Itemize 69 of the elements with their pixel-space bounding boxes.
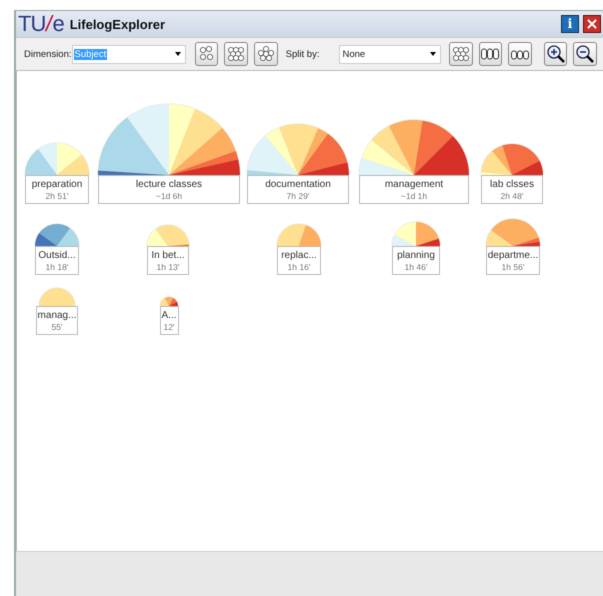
glyph-duration: 1h 18' xyxy=(46,262,68,272)
glyph-label-box[interactable]: lecture classes ~1d 6h xyxy=(98,175,240,204)
caret-icon xyxy=(430,52,436,56)
circles-icon xyxy=(198,45,216,63)
pie-glyph-drawing xyxy=(481,144,543,175)
glyph-label-box[interactable]: replac... 1h 16' xyxy=(277,246,321,275)
glyph-duration: 1h 16' xyxy=(288,262,310,272)
zoom-out-icon xyxy=(575,44,596,64)
pie-glyph-drawing xyxy=(147,225,189,246)
dimension-label: Dimension: xyxy=(24,48,72,60)
glyph-label: documentation xyxy=(265,178,331,190)
glyph-duration: 1h 56' xyxy=(502,262,524,272)
grid-view-button[interactable] xyxy=(448,42,473,66)
split-dropdown[interactable]: None xyxy=(339,44,441,64)
arch-view-button[interactable] xyxy=(508,42,532,66)
glyph-duration: 55' xyxy=(51,322,63,332)
scatter-layout-button[interactable] xyxy=(194,42,218,66)
glyph-label-box[interactable]: Outsid... 1h 18' xyxy=(35,246,79,275)
glyph-label-box[interactable]: A... 12' xyxy=(160,306,179,335)
pie-glyph-drawing xyxy=(392,222,440,246)
close-icon xyxy=(587,19,597,29)
glyph-label-box[interactable]: preparation 2h 51' xyxy=(25,175,89,204)
pie-glyph-drawing xyxy=(25,143,89,175)
glyph-duration: ~1d 1h xyxy=(400,190,428,202)
glyph-label: preparation xyxy=(32,178,82,190)
glyph-duration: 1h 46' xyxy=(404,262,428,272)
glyph-duration: 7h 29' xyxy=(286,190,310,202)
glyph-label-box[interactable]: documentation 7h 29' xyxy=(247,175,349,204)
glyph-label: planning xyxy=(397,248,435,262)
caret-icon xyxy=(174,52,181,56)
university-logo: TU/e xyxy=(18,11,64,37)
glyph-duration: 2h 48' xyxy=(500,190,524,202)
pie-glyph-drawing xyxy=(277,224,321,246)
glyph-duration: 2h 51' xyxy=(46,190,68,202)
glyph-label: In bet... xyxy=(151,248,185,262)
pie-glyph-drawing xyxy=(160,297,178,306)
glyph-label-box[interactable]: departme... 1h 56' xyxy=(486,246,540,275)
zoom-in-icon xyxy=(546,44,566,64)
circles-icon xyxy=(452,45,470,63)
glyph-duration: 12' xyxy=(163,322,175,332)
glyph-label: Outsid... xyxy=(38,248,76,262)
glyph-label: A... xyxy=(162,308,177,322)
glyph-duration: 1h 13' xyxy=(156,262,180,272)
close-button[interactable] xyxy=(583,15,601,33)
circles-icon xyxy=(256,45,275,63)
glyph-label-box[interactable]: lab clsses 2h 48' xyxy=(481,175,543,204)
pie-glyph-drawing xyxy=(39,288,75,306)
circles-icon xyxy=(227,45,246,63)
glyph-label-box[interactable]: management ~1d 1h xyxy=(359,175,469,204)
split-label: Split by: xyxy=(286,48,320,60)
glyph-label: management xyxy=(384,178,444,190)
glyph-label: manag... xyxy=(38,308,76,322)
bar-view-button[interactable] xyxy=(478,42,502,66)
glyph-label-box[interactable]: manag... 55' xyxy=(36,306,78,335)
glyph-label: replac... xyxy=(281,248,317,262)
zoom-out-button[interactable] xyxy=(573,42,598,66)
zoom-in-button[interactable] xyxy=(544,42,568,66)
glyph-label: lecture classes xyxy=(136,178,202,190)
window-title: LifelogExplorer xyxy=(70,16,166,32)
glyph-label-box[interactable]: In bet... 1h 13' xyxy=(147,246,189,275)
pie-glyph-drawing xyxy=(486,219,540,246)
grid-layout-button[interactable] xyxy=(224,42,248,66)
glyph-duration: ~1d 6h xyxy=(156,190,182,202)
cluster-layout-button[interactable] xyxy=(254,42,278,66)
glyph-label: lab clsses xyxy=(490,178,534,190)
pie-glyph-drawing xyxy=(35,224,79,246)
glyph-label: departme... xyxy=(488,248,538,262)
glyph-label-box[interactable]: planning 1h 46' xyxy=(392,246,440,275)
info-button[interactable]: i xyxy=(561,15,579,33)
